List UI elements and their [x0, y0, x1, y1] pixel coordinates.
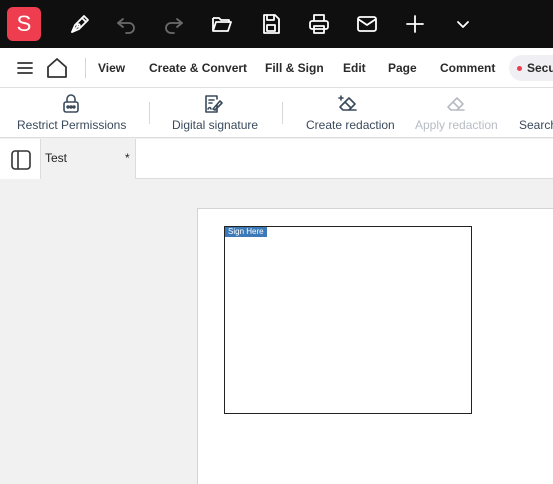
document-tab-strip: Test * — [41, 139, 553, 179]
digital-signature-label: Digital signature — [172, 118, 259, 132]
security-toolbar: Restrict Permissions Digital signature C… — [0, 88, 553, 138]
menu-page[interactable]: Page — [388, 48, 417, 88]
signature-field[interactable]: Sign Here — [224, 226, 472, 414]
restrict-permissions-label: Restrict Permissions — [17, 118, 127, 132]
menu-divider — [85, 58, 86, 78]
document-canvas: Sign Here — [0, 179, 553, 484]
unsaved-marker: * — [125, 151, 130, 165]
menu-view[interactable]: View — [98, 48, 125, 88]
apply-redaction-label: Apply redaction — [415, 118, 498, 132]
print-icon[interactable] — [307, 12, 331, 36]
toolbar-divider — [149, 102, 150, 124]
save-icon[interactable] — [259, 12, 283, 36]
panel-toggle-icon[interactable] — [9, 148, 33, 172]
digital-signature-button[interactable]: Digital signature — [172, 88, 267, 138]
menu-bar: View Create & Convert Fill & Sign Edit P… — [0, 48, 553, 88]
mail-icon[interactable] — [355, 12, 379, 36]
security-indicator-dot — [517, 66, 522, 71]
menu-comment[interactable]: Comment — [440, 48, 495, 88]
menu-security[interactable]: Security — [509, 55, 553, 81]
menu-fill-sign[interactable]: Fill & Sign — [265, 48, 324, 88]
plus-icon[interactable] — [403, 12, 427, 36]
restrict-permissions-button[interactable]: Restrict Permissions — [17, 88, 132, 138]
search-label: Search — [519, 118, 553, 132]
eraser-icon — [445, 93, 467, 115]
menu-security-label: Security — [527, 61, 553, 75]
chevron-down-icon[interactable] — [451, 12, 475, 36]
title-bar: S — [0, 0, 553, 48]
menu-edit[interactable]: Edit — [343, 48, 366, 88]
hamburger-menu-icon[interactable] — [13, 56, 37, 80]
signature-icon — [202, 93, 224, 115]
document-tab[interactable]: Test * — [41, 139, 136, 179]
pen-icon[interactable] — [68, 12, 92, 36]
menu-create-convert[interactable]: Create & Convert — [149, 48, 247, 88]
folder-open-icon[interactable] — [210, 12, 234, 36]
home-icon[interactable] — [45, 56, 69, 80]
document-tab-title: Test — [45, 151, 68, 165]
toolbar-divider — [282, 102, 283, 124]
eraser-icon — [337, 93, 359, 115]
document-page: Sign Here — [197, 208, 553, 484]
search-button[interactable]: Search — [519, 88, 553, 138]
app-logo[interactable]: S — [7, 7, 41, 41]
create-redaction-label: Create redaction — [306, 118, 395, 132]
create-redaction-button[interactable]: Create redaction — [306, 88, 398, 138]
redo-icon[interactable] — [162, 12, 186, 36]
signature-field-label: Sign Here — [225, 227, 267, 237]
undo-icon[interactable] — [114, 12, 138, 36]
lock-icon — [60, 93, 82, 115]
apply-redaction-button[interactable]: Apply redaction — [415, 88, 501, 138]
